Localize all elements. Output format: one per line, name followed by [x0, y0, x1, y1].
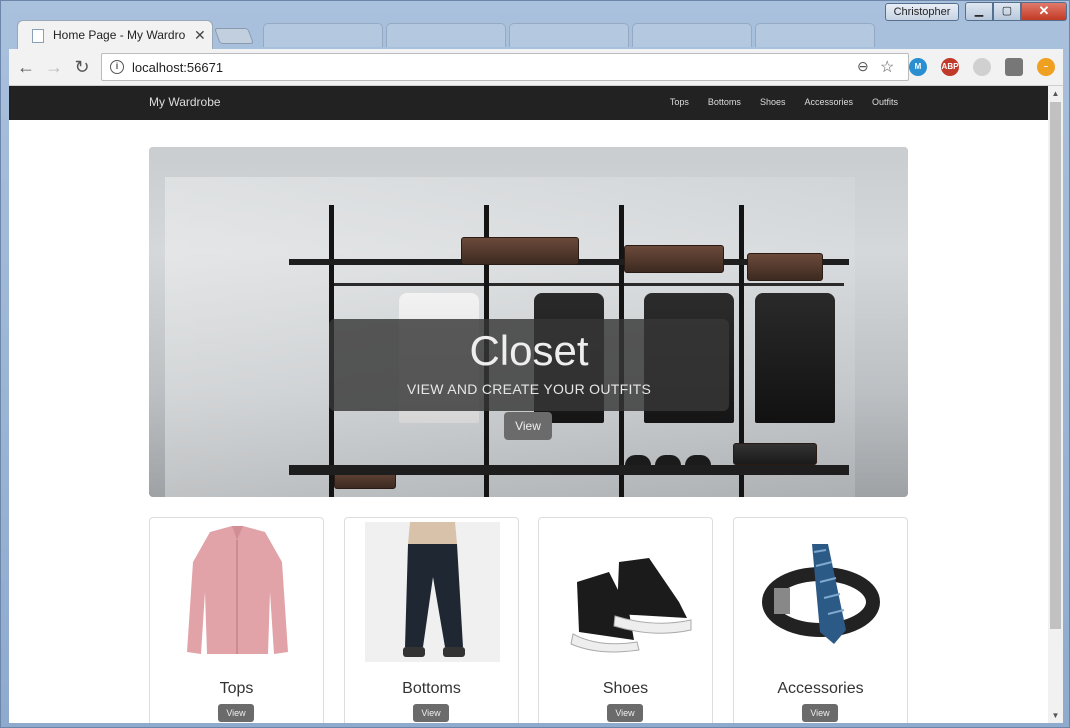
suitcase	[624, 245, 724, 273]
page-viewport: My Wardrobe Tops Bottoms Shoes Accessori…	[9, 86, 1048, 723]
scroll-up-icon[interactable]: ▲	[1048, 86, 1063, 101]
nav-link-accessories[interactable]: Accessories	[804, 97, 853, 107]
pink-shirt-image	[187, 526, 288, 654]
category-title: Bottoms	[402, 680, 461, 697]
view-bottoms-button[interactable]: View	[413, 704, 449, 722]
hero-subtitle: VIEW AND CREATE YOUR OUTFITS	[406, 381, 652, 397]
profile-badge[interactable]: Christopher	[885, 3, 959, 21]
vertical-scrollbar[interactable]: ▲ ▼	[1048, 86, 1063, 723]
belt-and-tie-image	[762, 544, 880, 644]
minus-extension-icon[interactable]: –	[1037, 58, 1055, 76]
nav-link-bottoms[interactable]: Bottoms	[708, 97, 741, 107]
nav-link-tops[interactable]: Tops	[670, 97, 689, 107]
back-arrow-icon[interactable]: ←	[15, 57, 37, 79]
view-accessories-button[interactable]: View	[802, 704, 838, 722]
sneakers-image	[570, 558, 692, 653]
mightytext-extension-icon[interactable]: M	[909, 58, 927, 76]
browser-window: Home Page - My Wardrobe ✕ Christopher ▁ …	[0, 0, 1070, 728]
nav-links: Tops Bottoms Shoes Accessories Outfits	[670, 97, 898, 107]
zoom-out-icon[interactable]: ⊖	[857, 58, 869, 75]
scroll-down-icon[interactable]: ▼	[1048, 708, 1063, 723]
tab-home-page[interactable]: Home Page - My Wardrobe ✕	[17, 20, 213, 50]
category-card-accessories: Accessories View	[733, 517, 908, 723]
nav-link-outfits[interactable]: Outfits	[872, 97, 898, 107]
reload-icon[interactable]: ↻	[71, 57, 93, 79]
category-cards: Tops View Bottoms View Shoes View Access…	[149, 517, 909, 723]
bulb-extension-icon[interactable]	[1005, 58, 1023, 76]
tab-title: Home Page - My Wardrobe	[53, 28, 185, 42]
browser-toolbar: ← → ↻ i localhost:56671 ⊖ ☆ M ABP –	[9, 49, 1063, 86]
cup-extension-icon[interactable]	[973, 58, 991, 76]
maximize-button[interactable]: ▢	[993, 2, 1021, 21]
background-tab[interactable]	[755, 23, 875, 47]
new-tab-button[interactable]	[214, 28, 254, 44]
category-title: Shoes	[602, 680, 649, 697]
hero-title: Closet	[469, 327, 589, 374]
close-tab-icon[interactable]: ✕	[194, 27, 206, 44]
url-text: localhost:56671	[132, 60, 224, 75]
background-tab[interactable]	[263, 23, 383, 47]
background-tab[interactable]	[386, 23, 506, 47]
hanging-rail	[334, 283, 484, 286]
title-bar: Home Page - My Wardrobe ✕ Christopher ▁ …	[1, 1, 1070, 50]
page-icon	[32, 29, 44, 43]
briefcase	[733, 443, 817, 465]
site-navbar: My Wardrobe Tops Bottoms Shoes Accessori…	[9, 86, 1048, 120]
hanging-rail	[489, 283, 619, 286]
category-card-tops: Tops View	[149, 517, 324, 723]
hanging-rail	[624, 283, 739, 286]
hanging-rail	[744, 283, 844, 286]
jeans-image	[365, 522, 500, 662]
background-tab[interactable]	[632, 23, 752, 47]
category-card-bottoms: Bottoms View	[344, 517, 519, 723]
bookmark-star-icon[interactable]: ☆	[880, 57, 894, 77]
info-icon[interactable]: i	[110, 60, 124, 74]
suitcase	[461, 237, 579, 265]
view-tops-button[interactable]: View	[218, 704, 254, 722]
close-window-button[interactable]: ✕	[1021, 2, 1067, 21]
category-title: Tops	[219, 680, 254, 697]
hero-view-button[interactable]: View	[504, 412, 552, 440]
hero-banner: Closet VIEW AND CREATE YOUR OUTFITS View	[149, 147, 908, 497]
scroll-thumb[interactable]	[1050, 102, 1061, 629]
site-brand[interactable]: My Wardrobe	[149, 95, 221, 109]
adblock-extension-icon[interactable]: ABP	[941, 58, 959, 76]
bottom-shelf	[289, 465, 849, 475]
suitcase	[747, 253, 823, 281]
category-card-shoes: Shoes View	[538, 517, 713, 723]
hero-caption: Closet VIEW AND CREATE YOUR OUTFITS	[329, 319, 729, 411]
forward-arrow-icon[interactable]: →	[43, 57, 65, 79]
view-shoes-button[interactable]: View	[607, 704, 643, 722]
nav-link-shoes[interactable]: Shoes	[760, 97, 786, 107]
address-bar[interactable]: i localhost:56671 ⊖ ☆	[101, 53, 909, 81]
category-title: Accessories	[777, 680, 864, 697]
black-coat	[755, 293, 835, 423]
background-tab[interactable]	[509, 23, 629, 47]
minimize-button[interactable]: ▁	[965, 2, 993, 21]
